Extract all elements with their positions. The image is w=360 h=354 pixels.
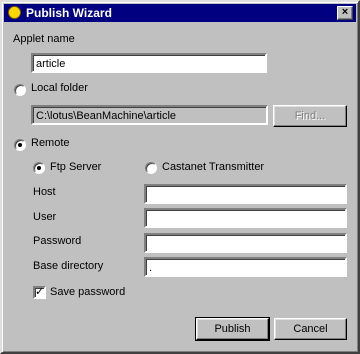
applet-name-label: Applet name [13, 33, 75, 45]
title-bar[interactable]: Publish Wizard × [4, 4, 356, 22]
host-input[interactable] [144, 184, 347, 204]
find-button[interactable]: Find... [273, 105, 347, 127]
user-label: User [33, 211, 57, 223]
ftp-server-label: Ftp Server [50, 161, 102, 173]
password-input[interactable] [144, 233, 347, 253]
host-label: Host [33, 186, 56, 198]
window-title: Publish Wizard [26, 6, 112, 20]
user-input[interactable] [144, 208, 347, 228]
password-label: Password [33, 235, 82, 247]
castanet-transmitter-label: Castanet Transmitter [162, 161, 265, 173]
remote-radio[interactable] [14, 139, 26, 151]
base-directory-input[interactable]: . [144, 257, 347, 277]
ftp-server-radio[interactable] [33, 162, 45, 174]
app-icon [8, 6, 21, 19]
save-password-label: Save password [50, 286, 126, 298]
publish-button[interactable]: Publish [195, 317, 270, 341]
castanet-transmitter-radio[interactable] [145, 162, 157, 174]
remote-label: Remote [31, 137, 70, 149]
local-folder-label: Local folder [31, 82, 88, 94]
base-directory-label: Base directory [33, 260, 104, 272]
applet-name-input[interactable]: article [31, 53, 267, 73]
close-button[interactable]: × [337, 6, 353, 20]
cancel-button[interactable]: Cancel [274, 318, 347, 340]
save-password-checkbox[interactable]: ✓ [33, 286, 46, 299]
local-folder-path-field[interactable]: C:\lotus\BeanMachine\article [31, 105, 268, 125]
local-folder-radio[interactable] [14, 84, 26, 96]
